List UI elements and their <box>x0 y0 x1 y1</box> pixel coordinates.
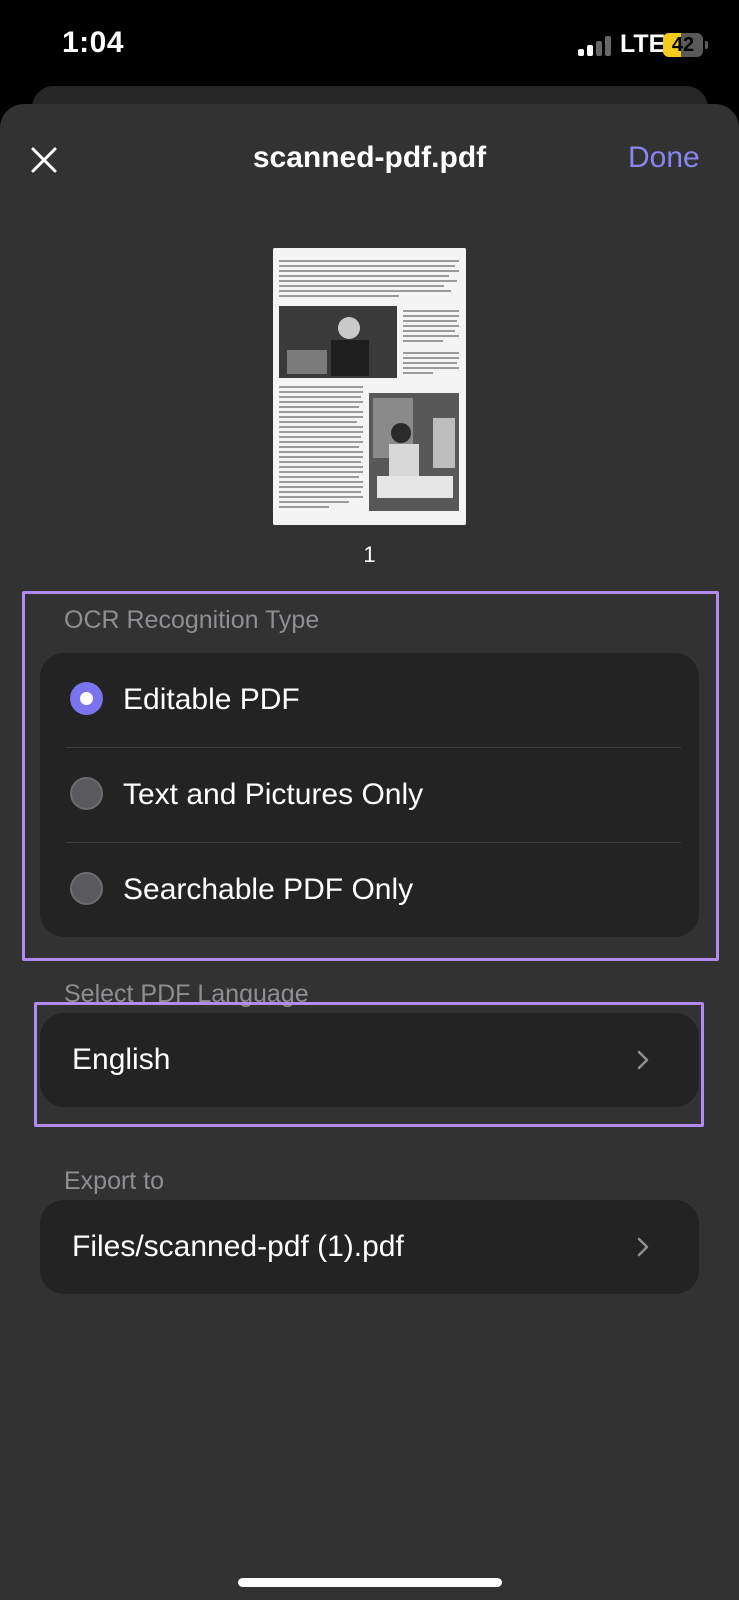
ocr-option-text-and-pictures[interactable]: Text and Pictures Only <box>40 748 699 842</box>
battery-icon: 42 <box>663 33 708 57</box>
ocr-option-editable-pdf[interactable]: Editable PDF <box>40 653 699 747</box>
cellular-signal-icon <box>578 36 618 56</box>
status-time: 1:04 <box>62 26 125 59</box>
home-indicator[interactable] <box>238 1578 502 1587</box>
pdf-page-preview-image <box>273 248 466 525</box>
ocr-options-card: Editable PDF Text and Pictures Only Sear… <box>40 653 699 937</box>
pdf-page-thumbnail[interactable] <box>273 248 466 525</box>
network-type: LTE <box>620 30 666 58</box>
battery-level: 42 <box>671 34 695 56</box>
radio-unselected-icon <box>70 777 103 810</box>
chevron-right-icon <box>637 1237 649 1257</box>
ocr-option-searchable-pdf[interactable]: Searchable PDF Only <box>40 843 699 937</box>
chevron-right-icon <box>637 1050 649 1070</box>
page-number: 1 <box>363 542 376 567</box>
radio-selected-icon <box>70 682 103 715</box>
radio-unselected-icon <box>70 872 103 905</box>
language-selector[interactable]: English <box>40 1013 699 1107</box>
option-label: Searchable PDF Only <box>123 873 414 906</box>
language-value: English <box>72 1043 171 1076</box>
option-label: Text and Pictures Only <box>123 778 424 811</box>
done-button[interactable]: Done <box>628 141 700 175</box>
option-label: Editable PDF <box>123 683 300 716</box>
export-destination-selector[interactable]: Files/scanned-pdf (1).pdf <box>40 1200 699 1294</box>
export-section-label: Export to <box>64 1167 165 1195</box>
status-bar: 1:04 LTE 42 <box>0 0 739 90</box>
export-path-value: Files/scanned-pdf (1).pdf <box>72 1230 404 1263</box>
